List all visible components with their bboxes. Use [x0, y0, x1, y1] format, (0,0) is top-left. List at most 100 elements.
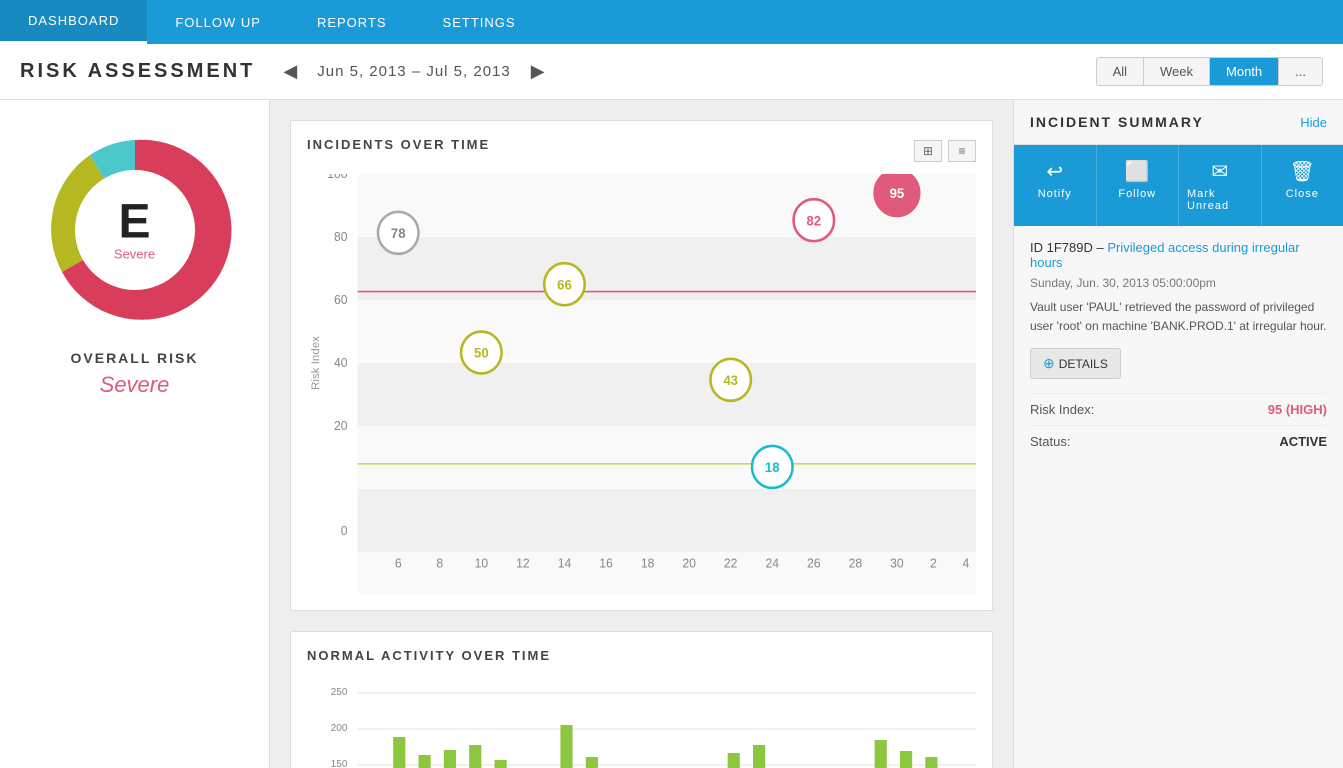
header-bar: RISK ASSESSMENT ◀ Jun 5, 2013 – Jul 5, 2…	[0, 44, 1343, 100]
chart-view-list[interactable]: ≡	[948, 140, 976, 162]
incident-summary-title: INCIDENT SUMMARY	[1030, 114, 1204, 130]
svg-text:80: 80	[334, 230, 348, 244]
svg-text:26: 26	[807, 557, 821, 571]
svg-text:200: 200	[331, 723, 348, 734]
overall-risk-value: Severe	[100, 372, 170, 398]
svg-text:12: 12	[516, 557, 530, 571]
nav-dashboard[interactable]: DASHBOARD	[0, 0, 147, 44]
svg-text:28: 28	[849, 557, 863, 571]
bar-chart: 250 200 150	[307, 685, 976, 768]
top-navigation: DASHBOARD FOLLOW UP REPORTS SETTINGS	[0, 0, 1343, 44]
status-value: ACTIVE	[1279, 434, 1327, 449]
svg-text:24: 24	[765, 557, 779, 571]
svg-text:95: 95	[890, 186, 905, 201]
follow-button[interactable]: ⬜ Follow	[1097, 145, 1180, 226]
svg-text:60: 60	[334, 293, 348, 307]
next-date-arrow[interactable]: ▶	[523, 57, 553, 86]
chart-icon-group: ⊞ ≡	[914, 140, 976, 162]
date-range-display: Jun 5, 2013 – Jul 5, 2013	[317, 63, 510, 80]
svg-text:22: 22	[724, 557, 738, 571]
status-label: Status:	[1030, 434, 1070, 449]
right-panel: INCIDENT SUMMARY Hide ↩ Notify ⬜ Follow …	[1013, 100, 1343, 768]
action-buttons: ↩ Notify ⬜ Follow ✉ Mark Unread 🗑 Close	[1014, 145, 1343, 226]
risk-index-row: Risk Index: 95 (HIGH)	[1030, 393, 1327, 425]
svg-text:50: 50	[474, 346, 489, 361]
normal-activity-header: NORMAL ACTIVITY OVER TIME	[307, 648, 976, 675]
incidents-chart-title: INCIDENTS OVER TIME	[307, 137, 490, 152]
svg-text:8: 8	[436, 557, 443, 571]
page-title: RISK ASSESSMENT	[20, 60, 255, 83]
svg-text:30: 30	[890, 557, 904, 571]
risk-grade-label: Severe	[114, 247, 155, 262]
main-layout: E Severe OVERALL RISK Severe INCIDENTS O…	[0, 100, 1343, 768]
mark-unread-label: Mark Unread	[1187, 188, 1253, 212]
nav-followup[interactable]: FOLLOW UP	[147, 0, 289, 44]
svg-text:250: 250	[331, 687, 348, 698]
risk-donut-chart: E Severe	[35, 130, 235, 330]
incident-id-text: ID 1F789D	[1030, 240, 1093, 255]
close-icon: 🗑	[1290, 159, 1315, 184]
details-plus-icon: ⊕	[1043, 355, 1055, 372]
incident-id-line: ID 1F789D – Privileged access during irr…	[1030, 240, 1327, 270]
svg-text:4: 4	[962, 557, 969, 571]
time-filter-group: All Week Month ...	[1096, 57, 1323, 86]
left-sidebar: E Severe OVERALL RISK Severe	[0, 100, 270, 768]
date-navigation: ◀ Jun 5, 2013 – Jul 5, 2013 ▶	[275, 57, 552, 86]
svg-text:82: 82	[806, 213, 821, 228]
normal-activity-chart-card: NORMAL ACTIVITY OVER TIME 250 200 150	[290, 631, 993, 768]
mark-unread-button[interactable]: ✉ Mark Unread	[1179, 145, 1262, 226]
filter-more[interactable]: ...	[1279, 58, 1322, 85]
risk-index-value: 95 (HIGH)	[1268, 402, 1327, 417]
mark-unread-icon: ✉	[1211, 159, 1228, 184]
normal-activity-title: NORMAL ACTIVITY OVER TIME	[307, 648, 551, 663]
svg-text:2: 2	[930, 557, 937, 571]
close-button[interactable]: 🗑 Close	[1262, 145, 1343, 226]
svg-text:Risk Index: Risk Index	[310, 336, 322, 390]
follow-icon: ⬜	[1125, 159, 1150, 184]
close-label: Close	[1286, 188, 1319, 200]
svg-text:0: 0	[341, 524, 348, 538]
prev-date-arrow[interactable]: ◀	[275, 57, 305, 86]
chart-header: INCIDENTS OVER TIME ⊞ ≡	[307, 137, 976, 164]
svg-text:14: 14	[558, 557, 572, 571]
svg-text:43: 43	[723, 373, 738, 388]
incident-date: Sunday, Jun. 30, 2013 05:00:00pm	[1030, 276, 1327, 290]
svg-text:20: 20	[682, 557, 696, 571]
svg-text:78: 78	[391, 226, 406, 241]
svg-text:18: 18	[765, 460, 780, 475]
center-content: INCIDENTS OVER TIME ⊞ ≡	[270, 100, 1013, 768]
risk-grade: E	[114, 199, 155, 247]
chart-view-scatter[interactable]: ⊞	[914, 140, 942, 162]
hide-button[interactable]: Hide	[1300, 115, 1327, 130]
details-label: DETAILS	[1059, 357, 1108, 371]
svg-text:16: 16	[599, 557, 613, 571]
scatter-chart: 100 80 60 40 20 0 Risk Index 6 8 10 12 1…	[307, 174, 976, 594]
nav-settings[interactable]: SETTINGS	[415, 0, 544, 44]
notify-button[interactable]: ↩ Notify	[1014, 145, 1097, 226]
donut-center: E Severe	[114, 199, 155, 262]
svg-text:6: 6	[395, 557, 402, 571]
incident-detail: ID 1F789D – Privileged access during irr…	[1014, 226, 1343, 768]
filter-all[interactable]: All	[1097, 58, 1144, 85]
svg-text:20: 20	[334, 419, 348, 433]
overall-risk-label: OVERALL RISK	[71, 350, 199, 366]
filter-month[interactable]: Month	[1210, 58, 1279, 85]
details-button[interactable]: ⊕ DETAILS	[1030, 348, 1121, 379]
follow-label: Follow	[1118, 188, 1156, 200]
status-row: Status: ACTIVE	[1030, 425, 1327, 457]
svg-text:150: 150	[331, 759, 348, 768]
svg-text:66: 66	[557, 277, 572, 292]
notify-icon: ↩	[1046, 159, 1063, 184]
risk-index-label: Risk Index:	[1030, 402, 1094, 417]
svg-text:100: 100	[327, 174, 347, 181]
incident-summary-header: INCIDENT SUMMARY Hide	[1014, 100, 1343, 145]
svg-text:18: 18	[641, 557, 655, 571]
incidents-chart-card: INCIDENTS OVER TIME ⊞ ≡	[290, 120, 993, 611]
filter-week[interactable]: Week	[1144, 58, 1210, 85]
svg-text:10: 10	[475, 557, 489, 571]
notify-label: Notify	[1038, 188, 1072, 200]
incident-id-dash: –	[1097, 240, 1108, 255]
svg-text:40: 40	[334, 356, 348, 370]
nav-reports[interactable]: REPORTS	[289, 0, 415, 44]
incident-description: Vault user 'PAUL' retrieved the password…	[1030, 298, 1327, 336]
